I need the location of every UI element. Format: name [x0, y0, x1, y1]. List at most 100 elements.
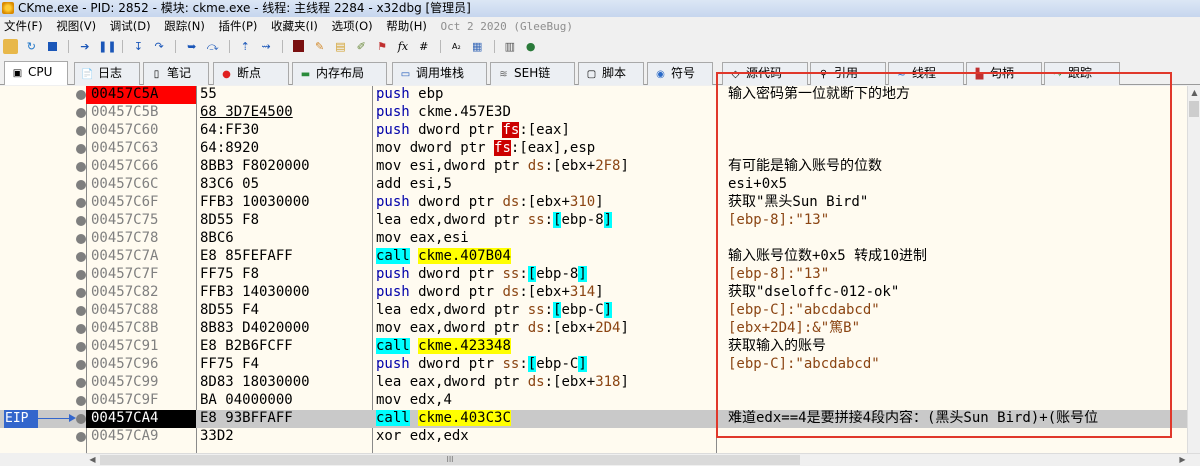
disassembly-row[interactable]: 00457CA9 33D2 xor edx,edx: [0, 428, 1187, 446]
breakpoint-toggle-icon[interactable]: [76, 126, 86, 136]
breakpoint-toggle-icon[interactable]: [76, 270, 86, 280]
breakpoint-toggle-icon[interactable]: [76, 162, 86, 172]
breakpoint-toggle-icon[interactable]: [76, 108, 86, 118]
scylla-icon[interactable]: [291, 39, 306, 54]
breakpoint-toggle-icon[interactable]: [76, 360, 86, 370]
breakpoint-toggle-icon[interactable]: [76, 216, 86, 226]
comments-icon[interactable]: ▤: [333, 39, 348, 54]
disassembly-row[interactable]: 00457C6C 83C6 05 add esi,5 esi+0x5: [0, 176, 1187, 194]
tab-source[interactable]: ◇ 源代码: [722, 62, 808, 85]
breakpoint-toggle-icon[interactable]: [76, 396, 86, 406]
run-icon[interactable]: ➔: [77, 39, 92, 54]
tab-references[interactable]: ⚲ 引用: [810, 62, 886, 85]
tab-notes[interactable]: ▯ 笔记: [143, 62, 209, 85]
operand: ss: [502, 356, 520, 372]
vertical-scroll-thumb[interactable]: [1189, 101, 1199, 117]
tab-seh[interactable]: ≋ SEH链: [490, 62, 575, 85]
breakpoint-toggle-icon[interactable]: [76, 414, 86, 424]
disassembly-row[interactable]: 00457C6F FFB3 10030000 push dword ptr ds:[…: [0, 194, 1187, 212]
calculator-icon[interactable]: ▦: [470, 39, 485, 54]
instruction-comment: [ebp-C]:"abcdabcd": [728, 356, 880, 372]
mnemonic: push: [376, 122, 410, 138]
stop-icon[interactable]: [45, 39, 60, 54]
breakpoint-toggle-icon[interactable]: [76, 180, 86, 190]
memory-icon[interactable]: ▥: [502, 39, 517, 54]
menu-plugins[interactable]: 插件(P): [214, 17, 263, 35]
strings-icon[interactable]: A₂: [449, 39, 464, 54]
disassembly-row[interactable]: 00457C75 8D55 F8 lea edx,dword ptr ss:[ebp…: [0, 212, 1187, 230]
scroll-right-icon[interactable]: ▶: [1176, 454, 1189, 466]
disassembly-row[interactable]: 00457C7F FF75 F8 push dword ptr ss:[ebp-8]…: [0, 266, 1187, 284]
disassembly-row[interactable]: 00457C5A 55 push ebp 输入密码第一位就断下的地方: [0, 86, 1187, 104]
operand: :: [544, 212, 554, 228]
instruction-bytes: FF75 F4: [200, 356, 260, 372]
tab-cpu[interactable]: ▣ CPU: [4, 61, 68, 85]
disassembly-row[interactable]: 00457C66 8BB3 F8020000 mov esi,dword ptr d…: [0, 158, 1187, 176]
labels-icon[interactable]: ✐: [354, 39, 369, 54]
menu-help[interactable]: 帮助(H): [382, 17, 433, 35]
menu-favourites[interactable]: 收藏夹(I): [267, 17, 324, 35]
disassembly-row[interactable]: 00457C7A E8 85FEFAFF call ckme.407B04 输入账号位…: [0, 248, 1187, 266]
disassembly-row[interactable]: 00457C91 E8 B2B6FCFF call ckme.423348 获取输入的…: [0, 338, 1187, 356]
tab-threads[interactable]: ≈ 线程: [888, 62, 964, 85]
breakpoint-toggle-icon[interactable]: [76, 378, 86, 388]
disassembly-row[interactable]: EIP 00457CA4 E8 93BFFAFF call ckme.403C3C 难道…: [0, 410, 1187, 428]
restart-icon[interactable]: ↻: [24, 39, 39, 54]
disassembly-row[interactable]: 00457C88 8D55 F4 lea edx,dword ptr ss:[ebp…: [0, 302, 1187, 320]
breakpoint-toggle-icon[interactable]: [76, 324, 86, 334]
breakpoint-toggle-icon[interactable]: [76, 90, 86, 100]
breakpoint-toggle-icon[interactable]: [76, 306, 86, 316]
run-to-user-code-icon[interactable]: ⇝: [259, 39, 274, 54]
disassembly-row[interactable]: 00457C9F BA 04000000 mov edx,4: [0, 392, 1187, 410]
disassembly-row[interactable]: 00457C60 64:FF30 push dword ptr fs:[eax]: [0, 122, 1187, 140]
breakpoint-toggle-icon[interactable]: [76, 198, 86, 208]
tab-call-stack[interactable]: ▭ 调用堆栈: [392, 62, 487, 85]
functions-icon[interactable]: fx: [395, 39, 410, 54]
disassembly-row[interactable]: 00457C63 64:8920 mov dword ptr fs:[eax],es…: [0, 140, 1187, 158]
trace-into-icon[interactable]: ➥: [184, 39, 199, 54]
tab-memory-map[interactable]: ▬ 内存布局: [292, 62, 387, 85]
horizontal-scrollbar[interactable]: ◀ III ▶: [86, 453, 1200, 466]
vertical-scrollbar[interactable]: ▲: [1187, 86, 1200, 453]
step-into-icon[interactable]: ↧: [131, 39, 146, 54]
disassembly-row[interactable]: 00457C96 FF75 F4 push dword ptr ss:[ebp-C]…: [0, 356, 1187, 374]
breakpoint-toggle-icon[interactable]: [76, 144, 86, 154]
tab-symbols[interactable]: ◉ 符号: [647, 62, 713, 85]
menu-view[interactable]: 视图(V): [52, 17, 102, 35]
menu-options[interactable]: 选项(O): [328, 17, 379, 35]
disassembly-row[interactable]: 00457C8B 8B83 D4020000 mov eax,dword ptr d…: [0, 320, 1187, 338]
help-icon[interactable]: ●: [523, 39, 538, 54]
disassembly-row[interactable]: 00457C82 FFB3 14030000 push dword ptr ds:[…: [0, 284, 1187, 302]
bookmarks-icon[interactable]: ⚑: [375, 39, 390, 54]
breakpoint-toggle-icon[interactable]: [76, 342, 86, 352]
horizontal-scroll-thumb[interactable]: III: [100, 455, 800, 465]
breakpoint-toggle-icon[interactable]: [76, 234, 86, 244]
instruction-comment: 难道edx==4是要拼接4段内容：(黑头Sun Bird)+(账号位: [728, 410, 1099, 426]
variables-icon[interactable]: #: [416, 39, 431, 54]
tab-trace[interactable]: ⤳ 跟踪: [1044, 62, 1120, 85]
tab-script[interactable]: ▢ 脚本: [578, 62, 644, 85]
trace-over-icon[interactable]: ⤼: [205, 39, 220, 54]
open-icon[interactable]: [3, 39, 18, 54]
breakpoint-toggle-icon[interactable]: [76, 288, 86, 298]
disassembly-row[interactable]: 00457C5B 68 3D7E4500 push ckme.457E3D: [0, 104, 1187, 122]
step-over-icon[interactable]: ↷: [152, 39, 167, 54]
patch-icon[interactable]: ✎: [312, 39, 327, 54]
menu-file[interactable]: 文件(F): [0, 17, 49, 35]
tab-log[interactable]: 📄 日志: [74, 62, 140, 85]
disassembly-view[interactable]: 00457C5A 55 push ebp 输入密码第一位就断下的地方 00457C5B 6…: [0, 86, 1187, 453]
menu-trace[interactable]: 跟踪(N): [160, 17, 211, 35]
breakpoint-toggle-icon[interactable]: [76, 252, 86, 262]
disassembly-row[interactable]: 00457C78 8BC6 mov eax,esi: [0, 230, 1187, 248]
tab-handles[interactable]: ▙ 句柄: [966, 62, 1042, 85]
pause-icon[interactable]: ❚❚: [98, 39, 116, 54]
scroll-left-icon[interactable]: ◀: [86, 454, 99, 466]
scroll-up-icon[interactable]: ▲: [1188, 86, 1200, 99]
menu-debug[interactable]: 调试(D): [106, 17, 157, 35]
execute-till-return-icon[interactable]: ⇡: [238, 39, 253, 54]
instruction-comment: [ebp-C]:"abcdabcd": [728, 302, 880, 318]
mnemonic: push: [376, 266, 410, 282]
breakpoint-toggle-icon[interactable]: [76, 432, 86, 442]
disassembly-row[interactable]: 00457C99 8D83 18030000 lea eax,dword ptr d…: [0, 374, 1187, 392]
tab-breakpoints[interactable]: ● 断点: [213, 62, 289, 85]
